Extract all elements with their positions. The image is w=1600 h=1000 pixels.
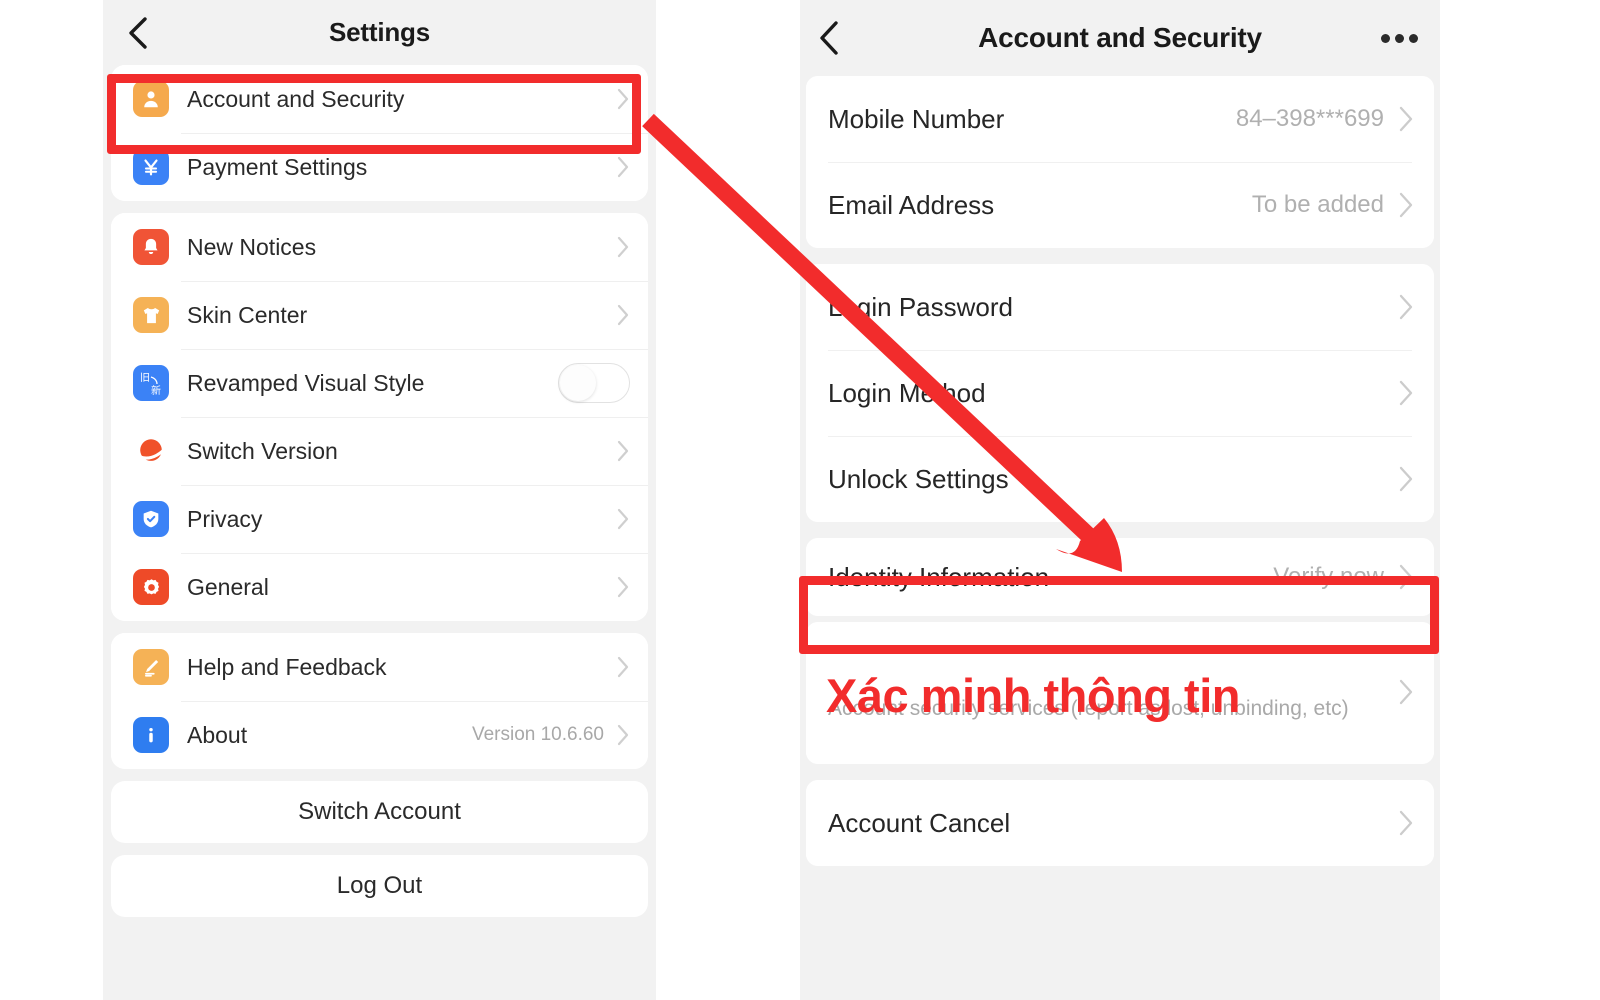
app-version-text: Version 10.6.60 bbox=[471, 724, 604, 745]
account-security-navbar: Account and Security bbox=[800, 0, 1440, 76]
sidebar-item-label: Revamped Visual Style bbox=[187, 369, 425, 396]
chevron-left-icon bbox=[817, 19, 841, 57]
sidebar-item-skin-center[interactable]: Skin Center bbox=[111, 281, 648, 349]
settings-group-main: New Notices Skin Center 旧 新 Revamped Vis… bbox=[111, 213, 648, 621]
sidebar-item-label: Payment Settings bbox=[187, 153, 368, 180]
chevron-right-icon bbox=[616, 87, 630, 111]
contact-group: Mobile Number 84–398***699 Email Address… bbox=[806, 76, 1434, 248]
back-button[interactable] bbox=[121, 16, 155, 50]
row-account-cancel[interactable]: Account Cancel bbox=[806, 780, 1434, 866]
row-email-address[interactable]: Email Address To be added bbox=[806, 162, 1434, 248]
identity-group: Identity Information Verify now bbox=[806, 538, 1434, 616]
chevron-right-icon bbox=[616, 235, 630, 259]
settings-screen: Settings Account and Security Payment Se… bbox=[103, 0, 656, 1000]
row-label: Identity Information bbox=[828, 561, 1050, 592]
old-new-switch-icon: 旧 新 bbox=[133, 365, 169, 401]
more-horizontal-icon[interactable] bbox=[1381, 33, 1418, 43]
chevron-left-icon bbox=[127, 16, 149, 50]
settings-group-help: Help and Feedback About Version 10.6.60 bbox=[111, 633, 648, 769]
sidebar-item-label: General bbox=[187, 573, 269, 600]
page-title: Settings bbox=[329, 17, 430, 47]
sidebar-item-payment-settings[interactable]: Payment Settings bbox=[111, 133, 648, 201]
chevron-right-icon bbox=[1398, 465, 1414, 493]
row-label: Login Method bbox=[828, 377, 986, 408]
tshirt-icon bbox=[133, 297, 169, 333]
account-cancel-group: Account Cancel bbox=[806, 780, 1434, 866]
chevron-right-icon bbox=[616, 155, 630, 179]
settings-navbar: Settings bbox=[103, 0, 656, 65]
sidebar-item-label: About bbox=[187, 721, 248, 748]
sidebar-item-label: Account and Security bbox=[187, 85, 405, 112]
sidebar-item-label: New Notices bbox=[187, 233, 317, 260]
sidebar-item-about[interactable]: About Version 10.6.60 bbox=[111, 701, 648, 769]
sidebar-item-privacy[interactable]: Privacy bbox=[111, 485, 648, 553]
dot bbox=[1395, 33, 1404, 43]
identity-verify-status: Verify now bbox=[1273, 563, 1384, 590]
row-label: Account Cancel bbox=[828, 807, 1011, 838]
sidebar-item-new-notices[interactable]: New Notices bbox=[111, 213, 648, 281]
dot bbox=[1381, 33, 1390, 43]
chevron-right-icon bbox=[1398, 563, 1414, 591]
chevron-right-icon bbox=[1398, 379, 1414, 407]
chevron-right-icon bbox=[616, 507, 630, 531]
row-unlock-settings[interactable]: Unlock Settings bbox=[806, 436, 1434, 522]
sidebar-item-label: Skin Center bbox=[187, 301, 308, 328]
row-identity-information[interactable]: Identity Information Verify now bbox=[806, 538, 1434, 616]
sidebar-item-general[interactable]: General bbox=[111, 553, 648, 621]
bell-icon bbox=[133, 229, 169, 265]
login-group: Login Password Login Method Unlock Setti… bbox=[806, 264, 1434, 522]
row-mobile-number[interactable]: Mobile Number 84–398***699 bbox=[806, 76, 1434, 162]
sidebar-item-label: Help and Feedback bbox=[187, 653, 387, 680]
screenshot-root: Settings Account and Security Payment Se… bbox=[0, 0, 1600, 1000]
sidebar-item-account-and-security[interactable]: Account and Security bbox=[111, 65, 648, 133]
row-login-password[interactable]: Login Password bbox=[806, 264, 1434, 350]
mobile-number-value: 84–398***699 bbox=[1235, 105, 1384, 132]
vietnamese-caption: Xác minh thông tin bbox=[826, 669, 1240, 722]
page-title: Account and Security bbox=[978, 22, 1262, 53]
chevron-right-icon bbox=[1398, 678, 1414, 706]
chevron-right-icon bbox=[1398, 809, 1414, 837]
shield-check-icon bbox=[133, 501, 169, 537]
dot bbox=[1409, 33, 1418, 43]
person-icon bbox=[133, 81, 169, 117]
chevron-right-icon bbox=[616, 439, 630, 463]
sidebar-item-label: Privacy bbox=[187, 505, 263, 532]
row-label: Mobile Number bbox=[828, 103, 1005, 134]
chevron-right-icon bbox=[1398, 105, 1414, 133]
yuan-icon bbox=[133, 149, 169, 185]
row-label: Unlock Settings bbox=[828, 463, 1009, 494]
row-login-method[interactable]: Login Method bbox=[806, 350, 1434, 436]
saturn-planet-icon bbox=[133, 433, 169, 469]
sidebar-item-label: Switch Version bbox=[187, 437, 338, 464]
sidebar-item-revamped-visual-style[interactable]: 旧 新 Revamped Visual Style bbox=[111, 349, 648, 417]
log-out-button[interactable]: Log Out bbox=[111, 855, 648, 917]
row-label: Login Password bbox=[828, 291, 1013, 322]
sidebar-item-help-and-feedback[interactable]: Help and Feedback bbox=[111, 633, 648, 701]
chevron-right-icon bbox=[1398, 191, 1414, 219]
revamped-visual-style-toggle[interactable] bbox=[558, 363, 630, 403]
account-and-security-screen: Account and Security Mobile Number 84–39… bbox=[800, 0, 1440, 1000]
svg-text:旧: 旧 bbox=[140, 372, 150, 384]
chevron-right-icon bbox=[616, 723, 630, 747]
row-label: Email Address bbox=[828, 189, 995, 220]
gear-icon bbox=[133, 569, 169, 605]
email-address-value: To be added bbox=[1251, 191, 1384, 218]
settings-group-account: Account and Security Payment Settings bbox=[111, 65, 648, 201]
chevron-right-icon bbox=[616, 303, 630, 327]
chevron-right-icon bbox=[616, 575, 630, 599]
toggle-knob bbox=[560, 365, 596, 401]
svg-text:新: 新 bbox=[151, 384, 161, 397]
sidebar-item-switch-version[interactable]: Switch Version bbox=[111, 417, 648, 485]
chevron-right-icon bbox=[1398, 293, 1414, 321]
info-icon bbox=[133, 717, 169, 753]
chevron-right-icon bbox=[616, 655, 630, 679]
back-button[interactable] bbox=[812, 21, 846, 55]
pencil-note-icon bbox=[133, 649, 169, 685]
switch-account-button[interactable]: Switch Account bbox=[111, 781, 648, 843]
